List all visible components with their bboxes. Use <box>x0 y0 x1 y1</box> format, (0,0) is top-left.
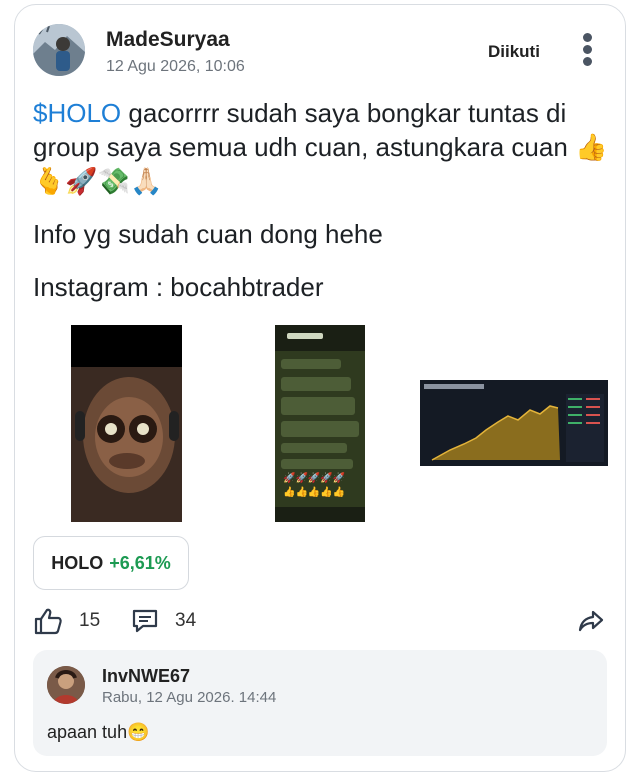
svg-text:🚀🚀🚀🚀🚀: 🚀🚀🚀🚀🚀 <box>283 471 346 484</box>
post-paragraph-1: $HOLO gacorrrr sudah saya bongkar tuntas… <box>33 96 613 198</box>
post-body: $HOLO gacorrrr sudah saya bongkar tuntas… <box>33 96 613 323</box>
post-paragraph-2: Info yg sudah cuan dong hehe <box>33 219 383 249</box>
comment-count: 34 <box>175 610 197 631</box>
share-button[interactable] <box>578 606 604 636</box>
avatar[interactable] <box>33 24 85 76</box>
ticker-change: +6,61% <box>109 552 171 573</box>
post-paragraph-3: Instagram : bocahbtrader <box>33 272 324 302</box>
comment-button[interactable]: 34 <box>131 606 196 636</box>
ticker-chip[interactable]: HOLO +6,61% <box>33 536 189 590</box>
post-timestamp: 12 Agu 2026, 10:06 <box>106 58 245 75</box>
reply-card: InvNWE67 Rabu, 12 Agu 2026. 14:44 apaan … <box>33 650 607 756</box>
reply-avatar[interactable] <box>47 666 85 704</box>
like-count: 15 <box>79 610 101 631</box>
more-options-icon[interactable] <box>578 33 596 69</box>
thumbs-up-icon <box>34 608 62 635</box>
author-name[interactable]: MadeSuryaa <box>106 28 230 52</box>
image-thumbnail-face[interactable] <box>71 325 182 522</box>
reply-text: apaan tuh😁 <box>47 722 150 742</box>
like-button[interactable]: 15 <box>33 606 100 636</box>
svg-text:👍👍👍👍👍: 👍👍👍👍👍 <box>283 485 345 498</box>
image-thumbnail-chart[interactable] <box>420 380 608 466</box>
share-arrow-icon <box>578 610 604 632</box>
reply-author-name[interactable]: InvNWE67 <box>102 666 190 687</box>
reply-timestamp: Rabu, 12 Agu 2026. 14:44 <box>102 689 277 706</box>
image-thumbnail-chat[interactable]: 🚀🚀🚀🚀🚀 👍👍👍👍👍 <box>275 325 365 522</box>
cashtag-link[interactable]: $HOLO <box>33 98 121 128</box>
ticker-symbol: HOLO <box>51 552 104 573</box>
comment-icon <box>132 609 158 633</box>
follow-button[interactable]: Diikuti <box>488 42 540 62</box>
